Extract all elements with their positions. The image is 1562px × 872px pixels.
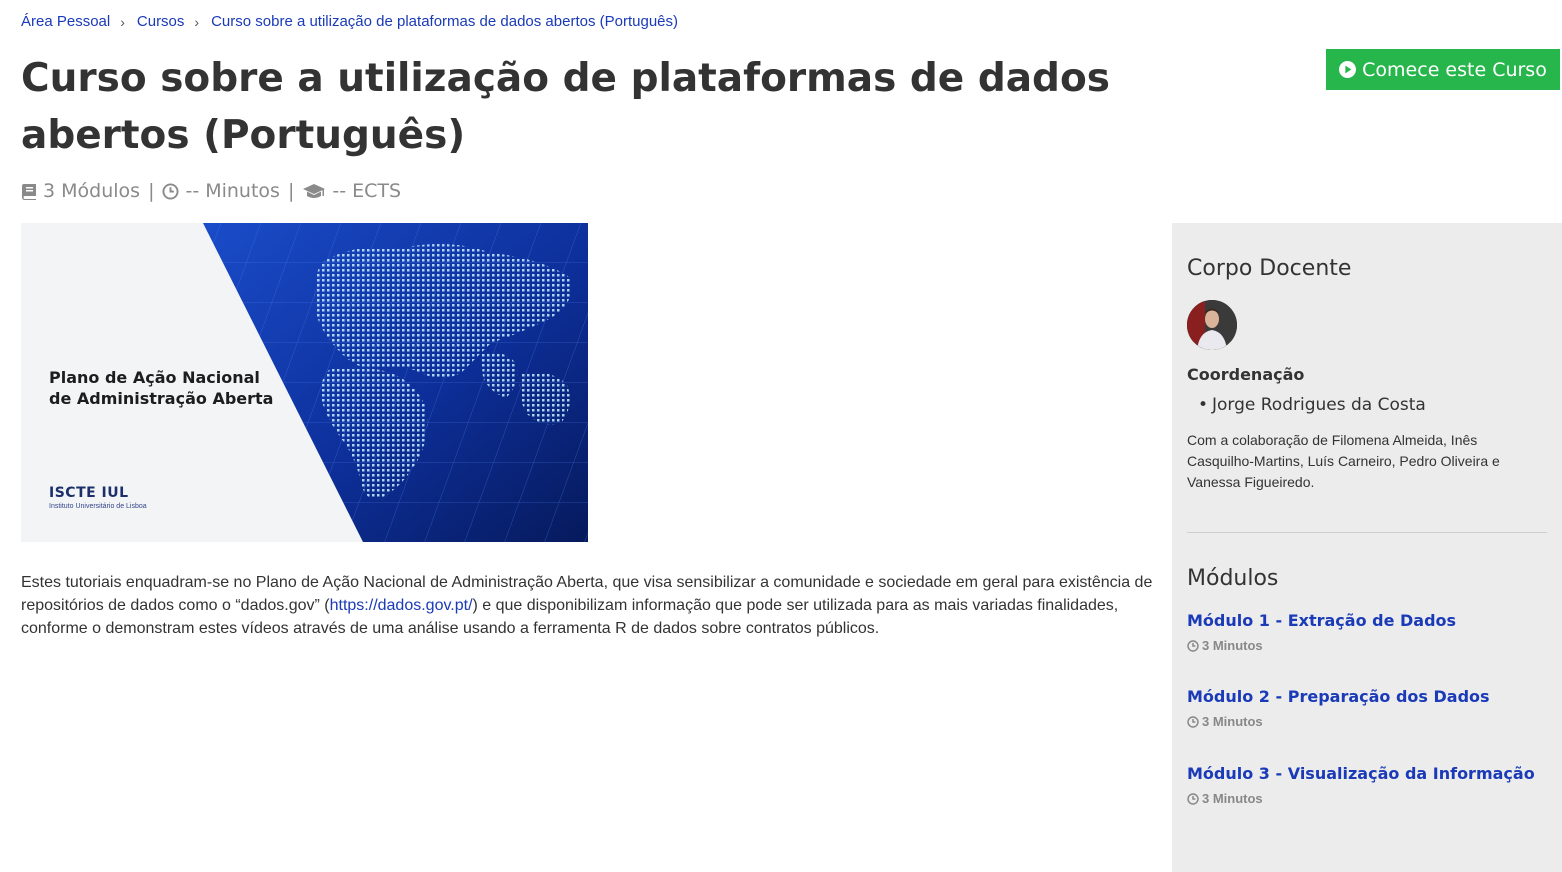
book-icon: [21, 183, 37, 200]
divider: [1187, 532, 1547, 533]
faculty-heading: Corpo Docente: [1187, 256, 1352, 281]
course-image: Plano de Ação Nacional de Administração …: [21, 223, 588, 542]
duration-minutes: -- Minutos: [185, 180, 280, 202]
coordinator-name: Jorge Rodrigues da Costa: [1198, 395, 1426, 415]
course-meta: 3 Módulos | -- Minutos | -- ECTS: [21, 180, 401, 202]
course-description: Estes tutoriais enquadram-se no Plano de…: [21, 574, 1153, 637]
chevron-right-icon: ›: [194, 13, 200, 30]
module-duration: 3 Minutos: [1187, 791, 1547, 806]
module-duration: 3 Minutos: [1187, 638, 1547, 653]
breadcrumb-cursos[interactable]: Cursos: [137, 13, 185, 30]
module-item: Módulo 2 - Preparação dos Dados 3 Minuto…: [1187, 687, 1547, 729]
module-item: Módulo 3 - Visualização da Informação 3 …: [1187, 764, 1547, 806]
start-course-button[interactable]: Comece este Curso: [1326, 49, 1560, 90]
breadcrumb: Área Pessoal › Cursos › Curso sobre a ut…: [21, 13, 678, 30]
play-circle-icon: [1339, 61, 1357, 78]
breadcrumb-current-course[interactable]: Curso sobre a utilização de plataformas …: [211, 13, 678, 30]
graduation-cap-icon: [302, 183, 326, 200]
clock-icon: [1187, 715, 1199, 728]
chevron-right-icon: ›: [120, 13, 125, 30]
modules-count: 3 Módulos: [43, 180, 141, 202]
ects-value: -- ECTS: [332, 180, 402, 202]
module-2-link[interactable]: Módulo 2 - Preparação dos Dados: [1187, 687, 1547, 706]
module-duration: 3 Minutos: [1187, 714, 1547, 729]
sidebar: Corpo Docente Coordenação Jorge Rodrigue…: [1172, 223, 1562, 872]
avatar: [1187, 300, 1237, 350]
page-title: Curso sobre a utilização de plataformas …: [21, 56, 1110, 158]
collaboration-text: Com a colaboração de Filomena Almeida, I…: [1187, 432, 1500, 490]
module-item: Módulo 1 - Extração de Dados 3 Minutos: [1187, 611, 1547, 653]
start-course-label: Comece este Curso: [1362, 58, 1547, 81]
modules-heading: Módulos: [1187, 566, 1279, 591]
clock-icon: [1187, 792, 1199, 805]
module-3-link[interactable]: Módulo 3 - Visualização da Informação: [1187, 764, 1547, 783]
clock-icon: [1187, 639, 1199, 652]
coordination-label: Coordenação: [1187, 365, 1305, 384]
module-1-link[interactable]: Módulo 1 - Extração de Dados: [1187, 611, 1547, 630]
image-caption: Plano de Ação Nacional de Administração …: [49, 368, 274, 408]
dados-gov-link[interactable]: https://dados.gov.pt/: [330, 597, 473, 614]
iscte-logo: ISCTE IUL Instituto Universitário de Lis…: [49, 485, 147, 510]
breadcrumb-area-pessoal[interactable]: Área Pessoal: [21, 13, 110, 30]
clock-icon: [162, 182, 179, 200]
